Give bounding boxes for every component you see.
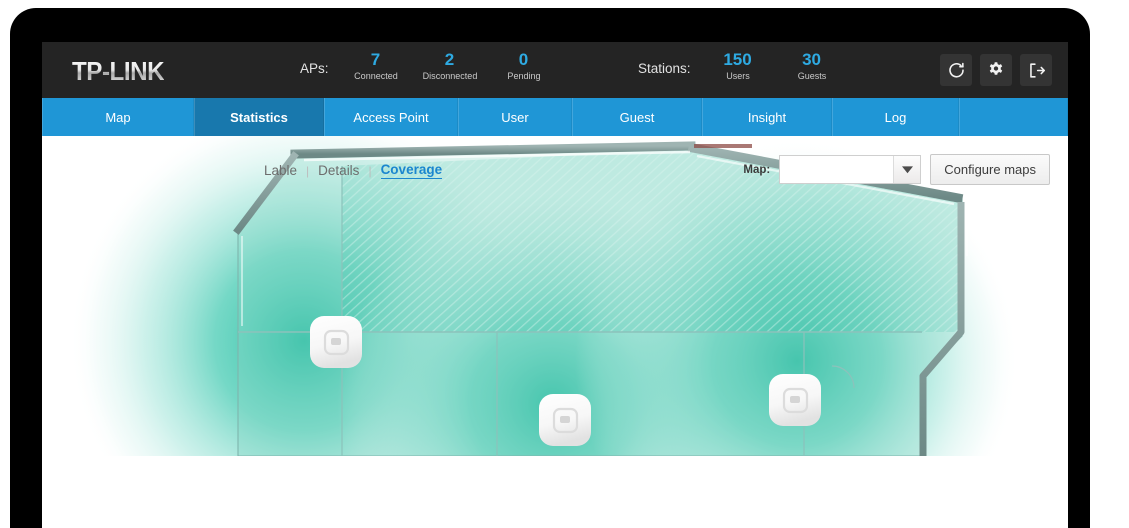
aps-disconnected-label: Disconnected xyxy=(422,71,477,82)
tab-map[interactable]: Map xyxy=(42,98,194,136)
map-picker: Map: Configure maps xyxy=(743,154,1050,185)
stations-summary: Stations: 150 Users 30 Guests xyxy=(638,50,849,83)
tab-log[interactable]: Log xyxy=(832,98,959,136)
subnav-lable[interactable]: Lable xyxy=(264,163,297,178)
header-actions xyxy=(940,54,1052,86)
aps-connected: 7 Connected xyxy=(339,50,413,83)
tp-link-logo: TP-LINK xyxy=(72,56,165,86)
tab-access-point[interactable]: Access Point xyxy=(324,98,458,136)
aps-summary: APs: 7 Connected 2 Disconnected 0 Pendin… xyxy=(300,50,561,83)
chevron-down-icon xyxy=(893,156,921,183)
stations-users: 150 Users xyxy=(701,50,775,83)
tab-user[interactable]: User xyxy=(458,98,572,136)
stations-label: Stations: xyxy=(638,61,691,76)
aps-pending: 0 Pending xyxy=(487,50,561,83)
aps-connected-value: 7 xyxy=(370,50,381,69)
access-point-marker-2[interactable] xyxy=(539,394,591,446)
stations-guests-value: 30 xyxy=(802,50,821,69)
logout-button[interactable] xyxy=(1020,54,1052,86)
subnav-coverage[interactable]: Coverage xyxy=(380,162,443,179)
map-select[interactable] xyxy=(779,155,922,184)
aps-disconnected: 2 Disconnected xyxy=(413,50,487,83)
refresh-button[interactable] xyxy=(940,54,972,86)
access-point-marker-1[interactable] xyxy=(310,316,362,368)
settings-button[interactable] xyxy=(980,54,1012,86)
nav-spacer xyxy=(959,98,1068,136)
gear-icon xyxy=(989,62,1003,75)
app-window: TP-LINK APs: 7 Connected 2 Disconnected … xyxy=(42,42,1068,528)
app-header: TP-LINK APs: 7 Connected 2 Disconnected … xyxy=(42,42,1068,98)
aps-label: APs: xyxy=(300,61,329,76)
aps-disconnected-value: 2 xyxy=(444,50,455,69)
subnav-separator-1: | xyxy=(306,163,310,178)
tab-guest[interactable]: Guest xyxy=(572,98,702,136)
map-select-label: Map: xyxy=(743,163,771,176)
subnav-separator-2: | xyxy=(368,163,372,178)
tab-insight[interactable]: Insight xyxy=(702,98,832,136)
stations-guests: 30 Guests xyxy=(775,50,849,83)
main-nav: Map Statistics Access Point User Guest I… xyxy=(42,98,1068,136)
stations-users-value: 150 xyxy=(723,50,752,69)
aps-pending-value: 0 xyxy=(518,50,529,69)
tab-statistics[interactable]: Statistics xyxy=(194,98,324,136)
access-point-marker-3[interactable] xyxy=(769,374,821,426)
stations-guests-label: Guests xyxy=(797,71,826,82)
configure-maps-button[interactable]: Configure maps xyxy=(930,154,1050,185)
aps-pending-label: Pending xyxy=(506,71,541,82)
floorplan xyxy=(231,141,969,456)
content-area: Lable | Details | Coverage Map: Configur… xyxy=(42,136,1068,528)
device-bezel: TP-LINK APs: 7 Connected 2 Disconnected … xyxy=(10,8,1090,528)
aps-connected-label: Connected xyxy=(353,71,398,82)
stations-users-label: Users xyxy=(725,71,750,82)
subnav-details[interactable]: Details xyxy=(318,163,359,178)
refresh-icon xyxy=(948,62,964,78)
subnav: Lable | Details | Coverage xyxy=(264,162,443,179)
logout-icon xyxy=(1029,62,1045,78)
